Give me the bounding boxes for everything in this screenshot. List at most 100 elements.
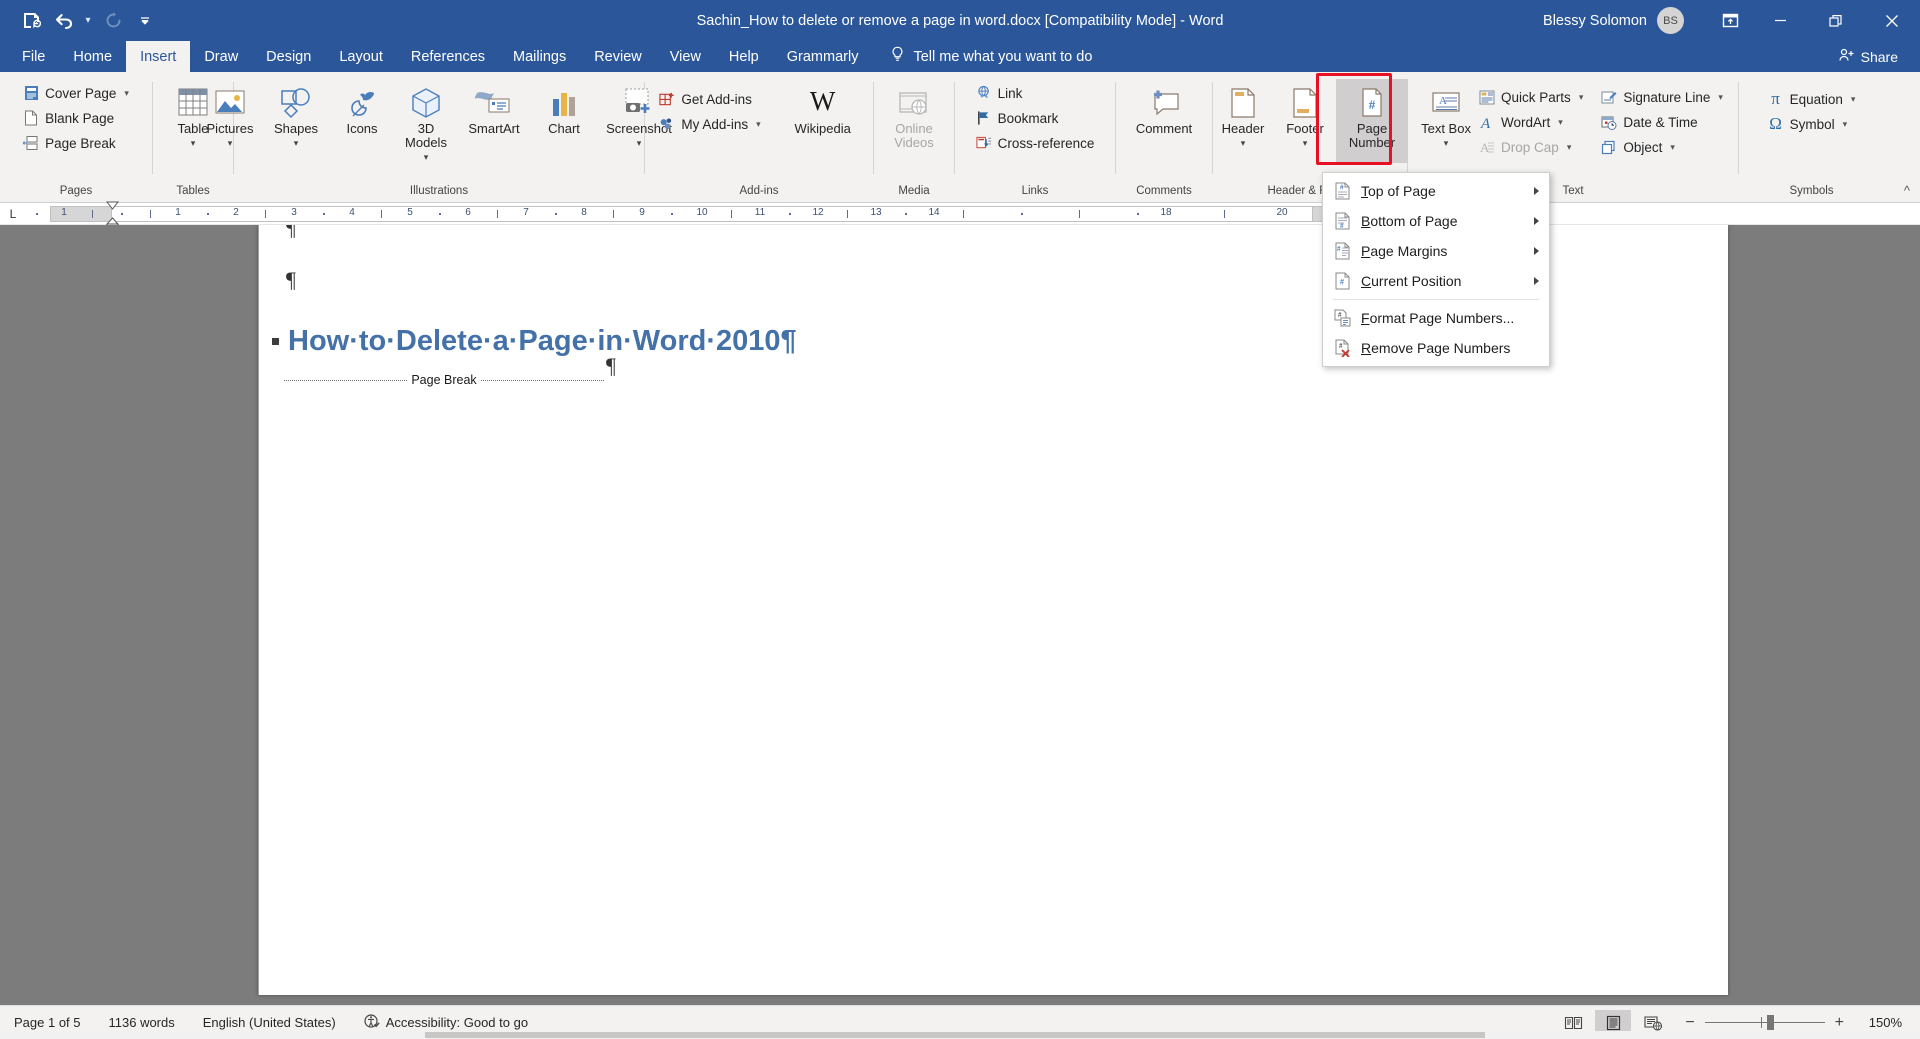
shapes-button[interactable]: Shapes ▾ bbox=[263, 79, 329, 163]
object-button[interactable]: Object ▾ bbox=[1596, 135, 1728, 159]
zoom-slider[interactable]: − + bbox=[1685, 1014, 1844, 1032]
horizontal-scrollbar[interactable] bbox=[0, 1031, 1920, 1039]
icons-button[interactable]: Icons bbox=[329, 79, 395, 163]
document-area[interactable]: ¶ ¶ How·to·Delete·a·Page·in·Word·2010¶ P… bbox=[0, 225, 1920, 1005]
tab-layout[interactable]: Layout bbox=[325, 41, 397, 72]
collapse-ribbon-icon[interactable]: ^ bbox=[1904, 183, 1910, 198]
tab-help[interactable]: Help bbox=[715, 41, 773, 72]
page-indicator[interactable]: Page 1 of 5 bbox=[0, 1015, 95, 1030]
header-button[interactable]: Header ▾ bbox=[1212, 79, 1274, 163]
my-addins-button[interactable]: My Add-ins ▾ bbox=[654, 112, 765, 136]
chevron-down-icon[interactable]: ▾ bbox=[1303, 139, 1308, 148]
menu-item-label: Page Margins bbox=[1361, 243, 1448, 259]
quick-parts-button[interactable]: Quick Parts ▾ bbox=[1474, 85, 1588, 109]
menu-item-bottom-of-page[interactable]: # Bottom of Page bbox=[1323, 206, 1549, 236]
zoom-in-button[interactable]: + bbox=[1835, 1014, 1844, 1032]
online-videos-icon bbox=[897, 83, 931, 119]
close-button[interactable] bbox=[1864, 0, 1920, 41]
svg-text:#: # bbox=[1337, 245, 1341, 253]
ribbon-display-options-icon[interactable] bbox=[1708, 0, 1752, 41]
drop-cap-label: Drop Cap bbox=[1501, 139, 1559, 155]
link-button[interactable]: Link bbox=[971, 81, 1100, 105]
tab-draw[interactable]: Draw bbox=[190, 41, 252, 72]
icons-label: Icons bbox=[346, 121, 378, 136]
footer-button[interactable]: Footer ▾ bbox=[1274, 79, 1336, 163]
chevron-down-icon[interactable]: ▾ bbox=[1579, 92, 1584, 103]
minimize-button[interactable] bbox=[1752, 0, 1808, 41]
group-label-pages: Pages bbox=[59, 185, 93, 197]
smartart-button[interactable]: SmartArt bbox=[457, 79, 531, 163]
avatar[interactable]: BS bbox=[1657, 7, 1684, 34]
tab-review[interactable]: Review bbox=[580, 41, 656, 72]
wikipedia-button[interactable]: W Wikipedia bbox=[782, 79, 864, 163]
first-line-indent-marker[interactable] bbox=[105, 201, 120, 213]
cover-page-button[interactable]: Cover Page ▾ bbox=[18, 81, 134, 105]
undo-icon[interactable] bbox=[48, 7, 78, 35]
signature-line-button[interactable]: Signature Line ▾ bbox=[1596, 85, 1728, 109]
chevron-down-icon[interactable]: ▾ bbox=[1670, 142, 1675, 153]
chevron-down-icon[interactable]: ▾ bbox=[1444, 139, 1449, 148]
chevron-down-icon[interactable]: ▾ bbox=[637, 139, 642, 148]
zoom-out-button[interactable]: − bbox=[1685, 1014, 1694, 1032]
chevron-down-icon[interactable]: ▾ bbox=[228, 139, 233, 148]
pictures-button[interactable]: Pictures ▾ bbox=[197, 79, 263, 163]
chevron-down-icon[interactable]: ▾ bbox=[1718, 92, 1723, 103]
tell-me-box[interactable]: Tell me what you want to do bbox=[890, 41, 1092, 72]
tab-mailings[interactable]: Mailings bbox=[499, 41, 580, 72]
language-indicator[interactable]: English (United States) bbox=[189, 1015, 350, 1030]
zoom-slider-thumb[interactable] bbox=[1766, 1015, 1774, 1030]
menu-item-format-page-numbers[interactable]: # Format Page Numbers... bbox=[1323, 303, 1549, 333]
bookmark-button[interactable]: Bookmark bbox=[971, 106, 1100, 130]
date-time-button[interactable]: Date & Time bbox=[1596, 110, 1728, 134]
submenu-arrow-icon bbox=[1534, 217, 1539, 225]
tab-stop-selector[interactable]: L bbox=[0, 203, 26, 225]
horizontal-scrollbar-thumb[interactable] bbox=[425, 1032, 1485, 1038]
comment-button[interactable]: Comment bbox=[1120, 79, 1208, 163]
page-number-menu[interactable]: # Top of Page # Bottom of Page # Page Ma… bbox=[1322, 172, 1550, 367]
chevron-down-icon[interactable]: ▾ bbox=[124, 88, 129, 99]
undo-dropdown-icon[interactable]: ▾ bbox=[80, 8, 96, 34]
get-addins-button[interactable]: Get Add-ins bbox=[654, 87, 765, 111]
chart-button[interactable]: Chart bbox=[531, 79, 597, 163]
wordart-button[interactable]: A WordArt ▾ bbox=[1474, 110, 1588, 134]
share-button[interactable]: Share bbox=[1839, 41, 1920, 72]
chevron-down-icon[interactable]: ▾ bbox=[1241, 139, 1246, 148]
chevron-down-icon[interactable]: ▾ bbox=[1851, 94, 1856, 105]
text-box-button[interactable]: A Text Box ▾ bbox=[1418, 79, 1474, 163]
tab-insert[interactable]: Insert bbox=[126, 41, 191, 72]
chevron-down-icon[interactable]: ▾ bbox=[756, 119, 761, 130]
page-number-button[interactable]: # Page Number ▾ bbox=[1336, 79, 1408, 163]
restore-button[interactable] bbox=[1808, 0, 1864, 41]
equation-button[interactable]: π Equation ▾ bbox=[1763, 87, 1861, 111]
tab-view[interactable]: View bbox=[656, 41, 715, 72]
chevron-down-icon[interactable]: ▾ bbox=[191, 139, 196, 148]
chevron-down-icon[interactable]: ▾ bbox=[1843, 119, 1848, 130]
blank-page-button[interactable]: Blank Page bbox=[18, 106, 134, 130]
save-icon[interactable] bbox=[16, 7, 46, 35]
menu-item-top-of-page[interactable]: # Top of Page bbox=[1323, 176, 1549, 206]
tab-file[interactable]: File bbox=[8, 41, 59, 72]
word-count[interactable]: 1136 words bbox=[95, 1015, 189, 1030]
3d-models-button[interactable]: 3D Models ▾ bbox=[395, 79, 457, 163]
chevron-down-icon[interactable]: ▾ bbox=[424, 153, 429, 162]
menu-item-remove-page-numbers[interactable]: # Remove Page Numbers bbox=[1323, 333, 1549, 363]
tab-grammarly[interactable]: Grammarly bbox=[773, 41, 873, 72]
cross-reference-button[interactable]: Cross-reference bbox=[971, 131, 1100, 155]
symbol-button[interactable]: Ω Symbol ▾ bbox=[1763, 112, 1861, 136]
tab-references[interactable]: References bbox=[397, 41, 499, 72]
zoom-slider-track[interactable] bbox=[1704, 1015, 1825, 1030]
svg-text:#: # bbox=[1369, 97, 1376, 112]
tab-home[interactable]: Home bbox=[59, 41, 126, 72]
menu-item-page-margins[interactable]: # Page Margins bbox=[1323, 236, 1549, 266]
customize-qat-icon[interactable] bbox=[130, 7, 160, 35]
menu-item-current-position[interactable]: # Current Position bbox=[1323, 266, 1549, 296]
redo-icon[interactable] bbox=[98, 7, 128, 35]
document-heading[interactable]: How·to·Delete·a·Page·in·Word·2010¶ bbox=[288, 325, 797, 358]
chevron-down-icon[interactable]: ▾ bbox=[1558, 117, 1563, 128]
tell-me-label: Tell me what you want to do bbox=[913, 48, 1093, 65]
chevron-down-icon[interactable]: ▾ bbox=[294, 139, 299, 148]
tab-design[interactable]: Design bbox=[252, 41, 325, 72]
accessibility-indicator[interactable]: Accessibility: Good to go bbox=[350, 1013, 542, 1032]
page-break-button[interactable]: Page Break bbox=[18, 131, 134, 155]
zoom-level[interactable]: 150% bbox=[1858, 1015, 1902, 1030]
